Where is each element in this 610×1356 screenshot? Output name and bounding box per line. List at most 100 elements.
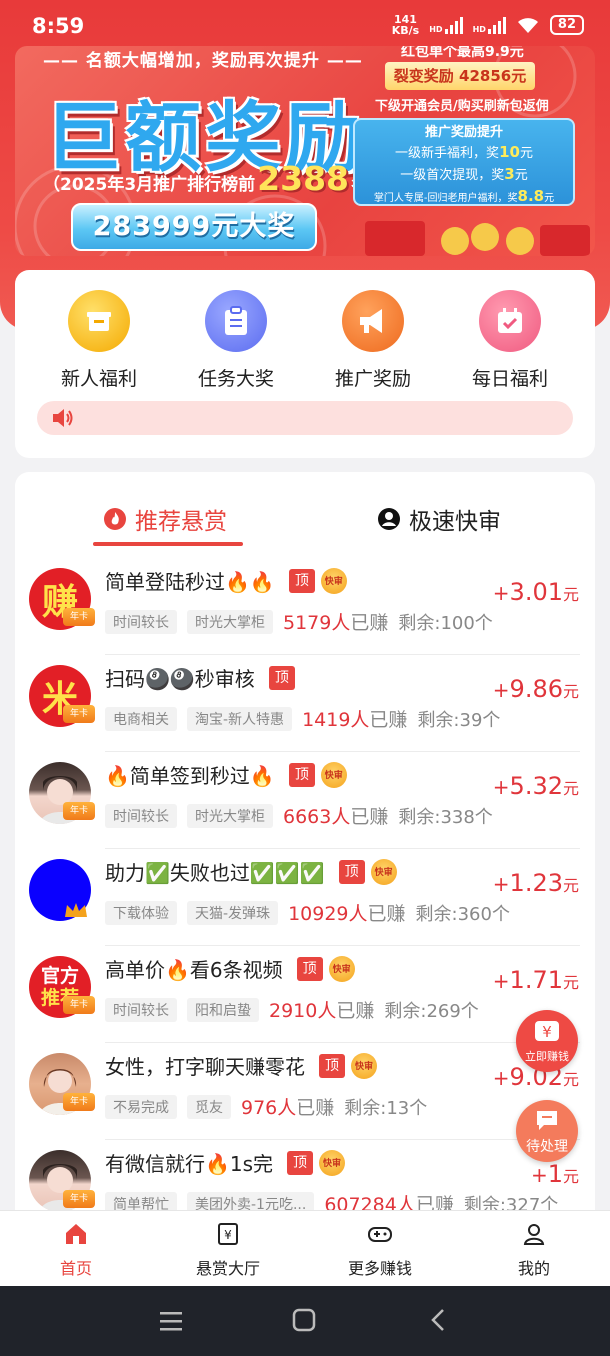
card-badge: 年卡 <box>63 608 95 626</box>
task-tag: 下载体验 <box>105 900 177 925</box>
task-row[interactable]: 年卡 🔥简单签到秒过🔥 顶 快审 时间较长 时光大掌柜 6663人已赚 剩余:3… <box>15 752 595 849</box>
top-badge: 顶 <box>296 956 323 981</box>
top-badge: 顶 <box>319 1053 345 1078</box>
fast-review-badge: 快审 <box>319 1149 346 1176</box>
nav-more-earn[interactable]: 更多赚钱 <box>320 1217 440 1279</box>
quick-action-task-prize[interactable]: 任务大奖 <box>176 290 296 391</box>
status-icons: 141 KB/s HD HD 82 <box>392 14 584 36</box>
quick-action-label: 新人福利 <box>60 368 137 390</box>
nav-mine[interactable]: 我的 <box>474 1217 594 1279</box>
task-meta: 时间较长 阳和启蛰 2910人已赚 剩余:269个 <box>105 996 479 1023</box>
remaining-count: 剩余:100个 <box>398 612 493 634</box>
pending-button[interactable]: 待处理 <box>516 1100 578 1162</box>
svg-text:¥: ¥ <box>224 1228 232 1242</box>
status-bar: 8:59 141 KB/s HD HD 82 <box>0 0 610 46</box>
promo-title: 推广奖励提升 <box>424 125 503 140</box>
task-title: 简单登陆秒过🔥🔥 顶 快审 <box>105 566 347 595</box>
task-reward: +5.32元 <box>492 772 579 800</box>
quick-actions-card: 新人福利 任务大奖 推广奖励 每日福利 <box>15 270 595 458</box>
remaining-count: 剩余:13个 <box>344 1097 428 1119</box>
task-tag: 时间较长 <box>105 803 177 828</box>
tab-recommended[interactable]: 推荐悬赏 <box>103 502 227 536</box>
task-title: 高单价🔥看6条视频 顶 快审 <box>105 954 355 983</box>
gift-box-icon <box>68 290 130 352</box>
back-icon[interactable] <box>428 1308 448 1332</box>
task-title-text: 扫码🎱🎱秒审核 <box>105 667 255 691</box>
home-square-icon[interactable] <box>292 1308 316 1332</box>
network-speed: 141 KB/s <box>392 14 419 36</box>
nav-label: 悬赏大厅 <box>195 1259 260 1278</box>
quick-action-label: 任务大奖 <box>197 368 274 390</box>
nav-reward-hall[interactable]: ¥ 悬赏大厅 <box>168 1217 288 1279</box>
earn-now-button[interactable]: ¥ 立即赚钱 <box>516 1010 578 1072</box>
task-list-card: 推荐悬赏 极速快审 赚 年卡 简单登陆秒过🔥🔥 顶 快审 时间较长 时光大掌柜 … <box>15 472 595 1232</box>
fast-review-badge: 快审 <box>351 1052 377 1079</box>
quick-action-label: 每日福利 <box>471 368 548 390</box>
fast-review-badge: 快审 <box>320 567 347 594</box>
card-badge: 年卡 <box>63 1190 95 1208</box>
nav-label: 首页 <box>59 1259 92 1278</box>
task-reward: +1.71元 <box>492 966 579 994</box>
task-row[interactable]: 米 年卡 扫码🎱🎱秒审核 顶 电商相关 淘宝-新人特惠 1419人已赚 剩余:3… <box>15 655 595 752</box>
pending-label: 待处理 <box>526 1139 568 1155</box>
task-title-text: 简单登陆秒过🔥🔥 <box>105 570 275 594</box>
quick-action-daily[interactable]: 每日福利 <box>450 290 570 391</box>
red-packet-line: 红包单个最高9.9元 <box>401 46 524 60</box>
task-title: 有微信就行🔥1s完 顶 快审 <box>105 1148 346 1177</box>
task-title: 🔥简单签到秒过🔥 顶 快审 <box>105 760 347 789</box>
promo-line-1: 一级新手福利，奖10元 <box>395 143 533 161</box>
promo-line-3: 掌门人专属-回归老用户福利，奖8.8元 <box>373 187 555 205</box>
fast-review-badge: 快审 <box>320 761 347 788</box>
megaphone-icon <box>342 290 404 352</box>
task-title: 女性，打字聊天赚零花 顶 快审 <box>105 1051 377 1080</box>
task-reward: +9.86元 <box>492 675 579 703</box>
task-row[interactable]: 年卡 女性，打字聊天赚零花 顶 快审 不易完成 觅友 976人已赚 剩余:13个… <box>15 1043 595 1140</box>
task-meta: 不易完成 觅友 976人已赚 剩余:13个 <box>105 1093 427 1120</box>
task-meta: 时间较长 时光大掌柜 6663人已赚 剩余:338个 <box>105 802 493 829</box>
task-row[interactable]: 官方 推荐 年卡 高单价🔥看6条视频 顶 快审 时间较长 阳和启蛰 2910人已… <box>15 946 595 1043</box>
earned-count: 5179人已赚 <box>283 612 389 634</box>
top-badge: 顶 <box>338 859 365 884</box>
banner-tagline: —— 名额大幅增加，奖励再次提升 —— <box>43 51 363 71</box>
yuan-receipt-icon: ¥ <box>218 1223 238 1245</box>
battery-icon: 82 <box>549 15 584 35</box>
quick-action-promo[interactable]: 推广奖励 <box>313 290 433 391</box>
earned-count: 1419人已赚 <box>302 709 408 731</box>
subscribe-rebate-line: 下级开通会员/购买刷新包返佣 <box>375 99 549 114</box>
status-time: 8:59 <box>32 14 85 38</box>
chat-bubble-icon <box>537 1111 557 1130</box>
remaining-count: 剩余:269个 <box>384 1000 479 1022</box>
task-row[interactable]: 助力✅失败也过✅✅✅ 顶 快审 下载体验 天猫-发弹珠 10929人已赚 剩余:… <box>15 849 595 946</box>
signal-icon-2: HD <box>473 16 506 34</box>
menu-icon[interactable] <box>158 1310 184 1332</box>
nav-label: 更多赚钱 <box>347 1259 412 1278</box>
speaker-icon <box>53 409 73 427</box>
task-tag: 天猫-发弹珠 <box>187 900 279 925</box>
earn-now-label: 立即赚钱 <box>525 1050 569 1063</box>
fast-review-badge: 快审 <box>370 858 397 885</box>
fission-reward-pill: 裂变奖励 42856元 <box>385 62 535 90</box>
tab-fast-review[interactable]: 极速快审 <box>377 502 501 536</box>
task-tag: 淘宝-新人特惠 <box>187 706 293 731</box>
fast-review-badge: 快审 <box>328 955 355 982</box>
earned-count: 6663人已赚 <box>283 806 389 828</box>
card-badge: 年卡 <box>63 1093 95 1111</box>
top-badge: 顶 <box>288 762 315 787</box>
task-title-text: 助力✅失败也过✅✅✅ <box>105 861 325 885</box>
nav-home[interactable]: 首页 <box>16 1217 136 1279</box>
task-tag: 阳和启蛰 <box>187 997 259 1022</box>
earned-count: 10929人已赚 <box>288 903 406 925</box>
task-reward: +3.01元 <box>492 578 579 606</box>
flame-icon <box>104 508 126 530</box>
yuan-bag-icon: ¥ <box>535 1021 559 1041</box>
task-row[interactable]: 赚 年卡 简单登陆秒过🔥🔥 顶 快审 时间较长 时光大掌柜 5179人已赚 剩余… <box>15 558 595 655</box>
promo-banner[interactable]: —— 名额大幅增加，奖励再次提升 —— 巨额奖励 （2025年3月推广排行榜前2… <box>15 46 595 256</box>
user-icon <box>523 1224 545 1245</box>
task-meta: 电商相关 淘宝-新人特惠 1419人已赚 剩余:39个 <box>105 705 500 732</box>
notice-bar[interactable] <box>37 401 573 435</box>
task-title-text: 高单价🔥看6条视频 <box>105 958 283 982</box>
rank-prefix: （2025年3月推广排行榜前 <box>43 175 256 195</box>
earned-count: 976人已赚 <box>241 1097 335 1119</box>
task-title: 扫码🎱🎱秒审核 顶 <box>105 663 295 692</box>
quick-action-new-user[interactable]: 新人福利 <box>39 290 159 391</box>
